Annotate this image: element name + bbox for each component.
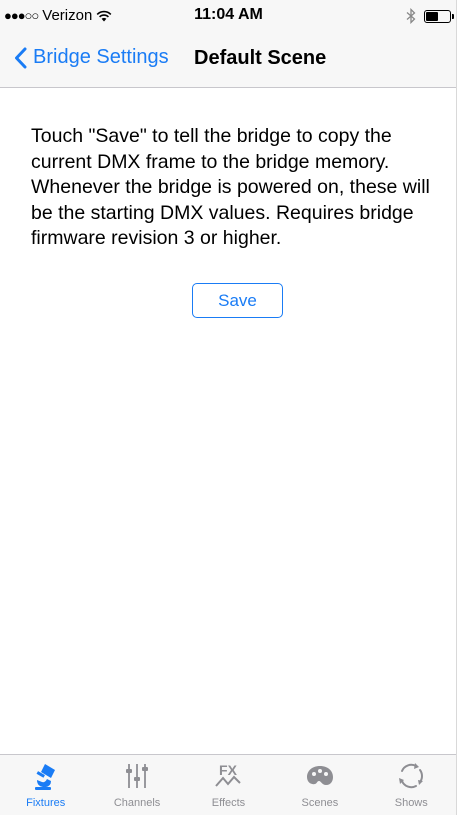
status-bar: ●●●○○ Verizon 11:04 AM — [0, 0, 456, 32]
channels-icon — [126, 764, 149, 788]
battery-icon — [424, 9, 454, 23]
tab-label: Scenes — [301, 797, 339, 809]
tab-label: Shows — [394, 797, 428, 809]
svg-text:FX: FX — [220, 762, 239, 778]
tab-shows[interactable]: Shows — [366, 755, 456, 815]
tab-channels[interactable]: Channels — [92, 755, 183, 815]
tab-label: Effects — [211, 797, 246, 809]
chevron-left-icon — [15, 47, 27, 68]
tab-bar: Fixtures Channels FX Effects Scenes Show… — [0, 754, 456, 815]
tab-scenes[interactable]: Scenes — [274, 755, 365, 815]
effects-icon: FX — [215, 762, 242, 787]
tab-label: Fixtures — [26, 797, 66, 809]
tab-fixtures[interactable]: Fixtures — [0, 755, 91, 815]
fixtures-icon — [34, 764, 55, 790]
description-text: Touch "Save" to tell the bridge to copy … — [31, 125, 430, 249]
back-button[interactable]: Bridge Settings — [14, 46, 169, 69]
tab-effects[interactable]: FX Effects — [183, 755, 274, 815]
app-frame: ●●●○○ Verizon 11:04 AM Bridge Settings D… — [0, 0, 457, 815]
main-content: Touch "Save" to tell the bridge to copy … — [0, 88, 456, 754]
back-button-label: Bridge Settings — [33, 46, 169, 68]
tab-label: Channels — [113, 797, 161, 809]
page-title: Default Scene — [194, 47, 327, 69]
shows-icon — [399, 763, 424, 789]
bluetooth-icon — [406, 8, 416, 24]
navigation-bar: Bridge Settings Default Scene — [0, 32, 456, 88]
status-right — [406, 8, 454, 24]
status-time: 11:04 AM — [194, 6, 263, 23]
save-button[interactable]: Save — [192, 283, 283, 318]
scenes-icon — [306, 766, 333, 785]
